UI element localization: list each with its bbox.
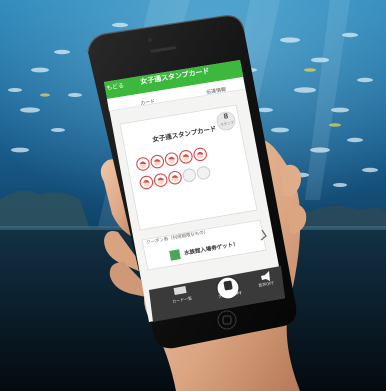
stamp-filled bbox=[168, 170, 182, 185]
stamp-filled bbox=[150, 154, 165, 169]
stamp-filled bbox=[136, 157, 150, 171]
stamp-empty bbox=[196, 166, 211, 180]
stamp-filled bbox=[193, 147, 207, 162]
stamp-filled bbox=[153, 173, 168, 187]
stamp-empty bbox=[182, 168, 197, 183]
stamp-count-value: 8 bbox=[222, 112, 230, 121]
stamp-grid bbox=[136, 147, 211, 190]
stamp-filled bbox=[139, 175, 154, 190]
phone-screen: もどる 女子通スタンプカード カード 伝達情報 女子通スタンプカード 8 スタン… bbox=[0, 0, 386, 391]
stamp-filled bbox=[179, 150, 193, 164]
stamp-filled bbox=[164, 152, 179, 166]
